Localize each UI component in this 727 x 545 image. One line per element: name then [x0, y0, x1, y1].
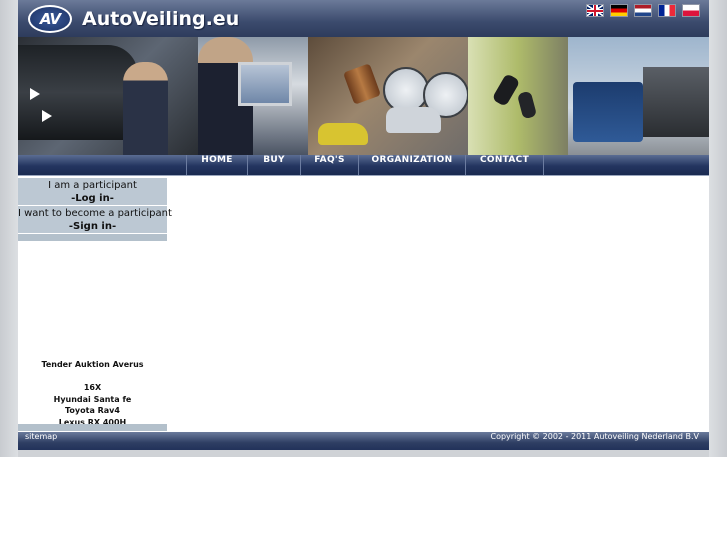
login-link[interactable]: -Log in-	[18, 192, 167, 205]
tender-line: Toyota Rav4	[65, 406, 120, 415]
nav-menu: HOME BUY FAQ'S ORGANIZATION CONTACT	[186, 155, 544, 175]
monitor-icon	[238, 62, 292, 106]
sidebar: I am a participant -Log in- I want to be…	[18, 178, 172, 431]
toy-car-icon	[386, 107, 441, 133]
play-icon	[42, 110, 52, 122]
german-flag-icon[interactable]	[611, 5, 627, 16]
signin-caption: I want to become a participant	[18, 208, 172, 219]
login-box[interactable]: I am a participant -Log in-	[18, 178, 167, 205]
tender-line: Hyundai Santa fe	[53, 394, 132, 404]
header-banner-image	[18, 37, 709, 155]
tender-line: Tender Auktion Averus	[41, 360, 144, 369]
banner-truck-photo	[568, 37, 709, 155]
car-key-icon	[516, 90, 538, 120]
nav-item-contact[interactable]: CONTACT	[466, 155, 544, 175]
main-content: I am a participant -Log in- I want to be…	[18, 176, 709, 432]
sidebar-bottom-divider	[18, 424, 167, 431]
signin-link[interactable]: -Sign in-	[18, 220, 167, 233]
nav-item-organization[interactable]: ORGANIZATION	[359, 155, 466, 175]
signin-box[interactable]: I want to become a participant -Sign in-	[18, 206, 172, 233]
nav-item-faqs[interactable]: FAQ'S	[301, 155, 359, 175]
tender-line	[18, 371, 167, 383]
logo-text: AutoVeiling.eu	[82, 7, 240, 30]
tender-line: 16X	[83, 383, 102, 392]
left-gutter	[0, 0, 18, 457]
footer: sitemap Copyright © 2002 - 2011 Autoveil…	[18, 432, 709, 450]
banner-computer-photo	[198, 37, 308, 155]
header: AV AutoVeiling.eu	[18, 0, 709, 37]
sidebar-divider	[18, 234, 167, 241]
site-logo[interactable]: AV AutoVeiling.eu	[28, 3, 239, 34]
login-caption: I am a participant	[48, 180, 137, 191]
toy-car-icon	[318, 123, 368, 145]
dutch-flag-icon[interactable]	[635, 5, 651, 16]
french-flag-icon[interactable]	[659, 5, 675, 16]
banner-car-inspection-photo	[18, 37, 198, 155]
nav-item-home[interactable]: HOME	[187, 155, 248, 175]
nav-item-buy[interactable]: BUY	[248, 155, 301, 175]
av-logo-icon: AV	[28, 4, 72, 33]
language-flags	[587, 5, 699, 16]
banner-keys-photo	[468, 37, 568, 155]
play-icon	[30, 88, 40, 100]
sitemap-link[interactable]: sitemap	[25, 432, 57, 441]
car-key-icon	[491, 73, 521, 107]
tender-announcement[interactable]: Tender Auktion Averus 16X Hyundai Santa …	[18, 359, 167, 428]
right-gutter	[709, 0, 727, 457]
truck-icon	[573, 82, 643, 142]
banner-auction-photo	[308, 37, 469, 155]
page-container: AV AutoVeiling.eu HOME BUY FAQ'S ORGANIZ…	[18, 0, 709, 451]
gavel-icon	[343, 63, 381, 105]
english-flag-icon[interactable]	[587, 5, 603, 16]
polish-flag-icon[interactable]	[683, 5, 699, 16]
main-navigation: HOME BUY FAQ'S ORGANIZATION CONTACT	[18, 155, 709, 176]
copyright-text: Copyright © 2002 - 2011 Autoveiling Nede…	[490, 432, 699, 441]
